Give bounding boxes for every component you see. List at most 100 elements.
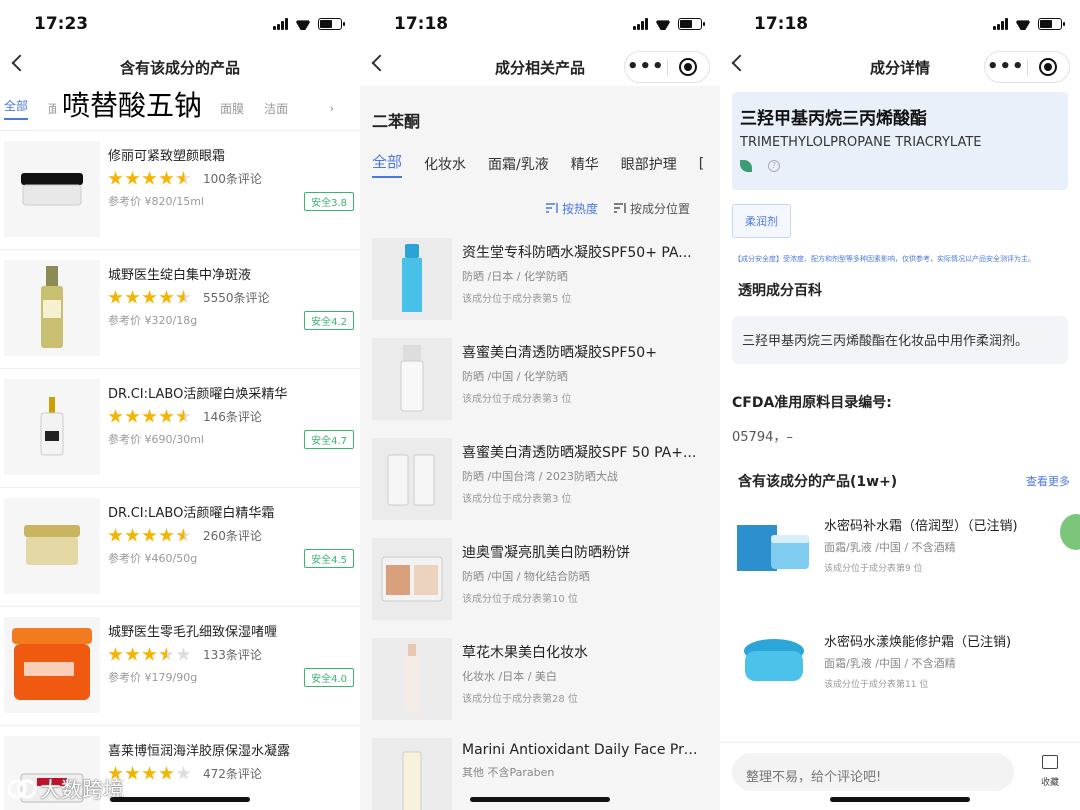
watermark-logo-icon — [8, 779, 36, 799]
comment-input[interactable] — [732, 753, 1014, 791]
phone-screen-1: 17:23 含有该成分的产品 全部 面 乳液 面膜 洁面 › 喷替酸五钠 修丽可… — [0, 0, 360, 810]
product-name: 修丽可紧致塑颜眼霜 — [108, 149, 226, 164]
safety-notice: 【成分安全度】受浓度、配方和剂型等多种因素影响，仅供参考，实际情况以产品安全测评… — [734, 255, 1035, 263]
product-tags: 防晒 /中国台湾 / 2023防晒大战 — [462, 470, 618, 483]
star-icon — [159, 171, 174, 185]
product-image — [734, 507, 814, 587]
phone-screen-3: 17:18 成分详情 ••• 三羟甲基丙烷三丙烯酸酯 TRIMETHYLOLPR… — [720, 0, 1080, 810]
close-icon[interactable] — [668, 58, 710, 76]
sort-by-position[interactable]: 按成分位置 — [613, 200, 690, 217]
safety-badge: 安全4.5 — [304, 549, 354, 568]
back-icon[interactable] — [371, 54, 389, 72]
wifi-icon — [1015, 18, 1031, 30]
watermark: 大数跨境 — [8, 774, 124, 804]
product-name: 喜蜜美白清透防晒凝胶SPF 50 PA+... — [462, 445, 697, 461]
cfda-label: CFDA准用原料目录编号: — [732, 395, 892, 411]
product-row[interactable]: DR.CI:LABO活颜曜白焕采精华 146条评论 参考价 ¥690/30ml … — [0, 368, 360, 487]
page-title: 成分相关产品 — [494, 58, 585, 77]
product-row[interactable]: DR.CI:LABO活颜曜白精华霜 260条评论 参考价 ¥460/50g 安全… — [0, 487, 360, 606]
review-count: 100条评论 — [203, 172, 262, 186]
home-indicator — [110, 797, 250, 802]
product-image — [4, 379, 100, 475]
product-name: Marini Antioxidant Daily Face Pro... — [462, 742, 702, 758]
safety-badge: 安全4.0 — [304, 668, 354, 687]
product-image — [372, 538, 452, 620]
close-icon[interactable] — [1028, 58, 1070, 76]
safety-badge: 安全4.7 — [304, 430, 354, 449]
product-row[interactable]: 喜蜜美白清透防晒凝胶SPF 50 PA+... 防晒 /中国台湾 / 2023防晒… — [360, 430, 720, 530]
encyclopedia-heading: 透明成分百科 — [738, 283, 822, 299]
nav-bar: 成分详情 ••• — [720, 48, 1080, 86]
wifi-icon — [295, 18, 311, 30]
phone-screen-2: 17:18 成分相关产品 ••• 二苯酮 全部 化妆水 面霜/乳液 精华 眼部护… — [360, 0, 720, 810]
favorite-button[interactable]: 收藏 — [1034, 755, 1066, 788]
sort-options: 按热度 按成分位置 — [360, 186, 720, 230]
ingredient-position: 该成分位于成分表第3 位 — [462, 394, 572, 405]
tab-all[interactable]: 全部 — [4, 97, 29, 120]
ingredient-position: 该成分位于成分表第3 位 — [462, 494, 572, 505]
ingredient-position: 该成分位于成分表第5 位 — [462, 294, 572, 305]
battery-icon — [318, 18, 345, 30]
product-row[interactable]: 城野医生绽白集中净斑液 5550条评论 参考价 ¥320/18g 安全4.2 — [0, 249, 360, 368]
tab-mask[interactable]: 面膜 — [220, 100, 244, 117]
product-image — [4, 260, 100, 356]
safety-badge: 安全3.8 — [304, 192, 354, 211]
product-row[interactable]: 修丽可紧致塑颜眼霜 100条评论 参考价 ¥820/15ml 安全3.8 — [0, 130, 360, 249]
star-half-icon — [176, 171, 191, 185]
review-count: 133条评论 — [203, 648, 262, 662]
rating: 5550条评论 — [108, 289, 354, 306]
product-tags: 面霜/乳液 /中国 / 不含酒精 — [824, 657, 956, 670]
product-tags: 面霜/乳液 /中国 / 不含酒精 — [824, 541, 956, 554]
sort-icon — [613, 203, 626, 213]
leaf-icon — [740, 160, 752, 172]
tab-eye-care[interactable]: 眼部护理 — [621, 154, 677, 174]
status-bar: 17:18 — [720, 0, 1080, 48]
product-row[interactable]: 水密码水漾焕能修护霜（已注销) 面霜/乳液 /中国 / 不含酒精 该成分位于成分表第… — [720, 607, 1080, 723]
product-list: 资生堂专科防晒水凝胶SPF50+ PA... 防晒 /日本 / 化学防晒 该成分位于… — [360, 230, 720, 810]
tab-cream[interactable]: 面霜/乳液 — [488, 154, 549, 174]
help-icon[interactable]: ? — [768, 160, 780, 172]
review-count: 5550条评论 — [203, 291, 270, 305]
back-icon[interactable] — [11, 54, 29, 72]
product-name: 喜莱博恒润海洋胶原保湿水凝露 — [108, 744, 291, 759]
tab-essence[interactable]: 精华 — [571, 154, 599, 174]
battery-icon — [678, 18, 705, 30]
review-count: 146条评论 — [203, 410, 262, 424]
product-image — [4, 617, 100, 713]
tab-toner[interactable]: 化妆水 — [424, 154, 466, 174]
product-row[interactable]: 水密码补水霜（倍润型）（已注销) 面霜/乳液 /中国 / 不含酒精 该成分位于成分表… — [720, 491, 1080, 607]
product-name: 资生堂专科防晒水凝胶SPF50+ PA... — [462, 245, 692, 261]
ingredient-description: 三羟甲基丙烷三丙烯酸酯在化妆品中用作柔润剂。 — [732, 316, 1068, 364]
page-title: 含有该成分的产品 — [119, 58, 240, 77]
tab-cleanser[interactable]: 洁面 — [264, 100, 288, 117]
view-more-link[interactable]: 查看更多 — [1026, 473, 1070, 489]
page-title: 成分详情 — [869, 58, 930, 77]
product-image — [372, 338, 452, 420]
back-icon[interactable] — [731, 54, 749, 72]
product-row[interactable]: 草花木果美白化妆水 化妆水 /日本 / 美白 该成分位于成分表第28 位 — [360, 630, 720, 730]
home-indicator — [830, 797, 970, 802]
product-image — [4, 498, 100, 594]
tab-more[interactable]: [ — [699, 156, 704, 172]
tab-all[interactable]: 全部 — [372, 151, 403, 178]
more-icon[interactable]: ••• — [625, 58, 667, 76]
ingredient-position: 该成分位于成分表第9 位 — [824, 564, 923, 574]
product-tags: 防晒 /日本 / 化学防晒 — [462, 270, 568, 283]
ingredient-name-en: TRIMETHYLOLPROPANE TRIACRYLATE — [740, 135, 982, 150]
product-image — [4, 141, 100, 237]
product-row[interactable]: 喜蜜美白清透防晒凝胶SPF50+ 防晒 /中国 / 化学防晒 该成分位于成分表第3 … — [360, 330, 720, 430]
more-icon[interactable]: ••• — [985, 58, 1027, 76]
product-name: 城野医生绽白集中净斑液 — [108, 268, 252, 283]
sort-by-popularity[interactable]: 按热度 — [545, 200, 598, 217]
wifi-icon — [655, 18, 671, 30]
rating: 472条评论 — [108, 765, 354, 782]
chevron-right-icon[interactable]: › — [330, 102, 334, 115]
function-tag[interactable]: 柔润剂 — [732, 204, 791, 238]
product-row[interactable]: 城野医生零毛孔细致保湿啫喱 133条评论 参考价 ¥179/90g 安全4.0 — [0, 606, 360, 725]
product-image — [734, 623, 814, 703]
star-icon — [108, 171, 123, 185]
product-row[interactable]: 迪奥雪凝亮肌美白防晒粉饼 防晒 /中国 / 物化结合防晒 该成分位于成分表第10 位 — [360, 530, 720, 630]
product-row[interactable]: 资生堂专科防晒水凝胶SPF50+ PA... 防晒 /日本 / 化学防晒 该成分位于… — [360, 230, 720, 330]
review-count: 472条评论 — [203, 767, 262, 781]
ingredient-name: 二苯酮 — [360, 86, 720, 142]
